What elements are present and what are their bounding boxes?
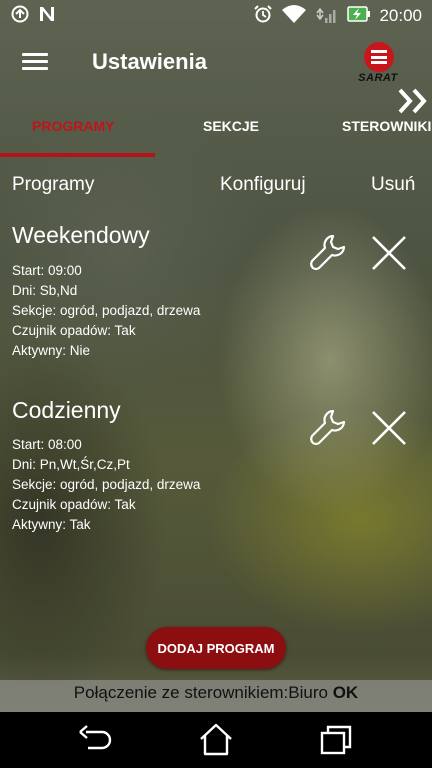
home-icon[interactable] bbox=[196, 722, 236, 758]
program-name: Codzienny bbox=[12, 397, 121, 423]
active-tab-indicator bbox=[0, 153, 155, 157]
program-rain-sensor: Czujnik opadów: Tak bbox=[12, 497, 136, 512]
page-title: Ustawienia bbox=[92, 49, 207, 74]
program-item: Codzienny Start: 08:00 Dni: Pn,Wt,Śr,Cz,… bbox=[12, 397, 420, 557]
sarat-logo-mark bbox=[364, 42, 394, 72]
wrench-icon[interactable] bbox=[308, 407, 348, 447]
connection-label: Połączenie ze sterownikiem:Biuro bbox=[73, 683, 328, 702]
recent-apps-icon[interactable] bbox=[316, 722, 356, 758]
program-sections: Sekcje: ogród, podjazd, drzewa bbox=[12, 303, 201, 318]
battery-charging-icon bbox=[347, 4, 371, 28]
program-rain-sensor: Czujnik opadów: Tak bbox=[12, 323, 136, 338]
program-days: Dni: Sb,Nd bbox=[12, 283, 78, 298]
logo-text: SARAT bbox=[358, 72, 398, 84]
connection-text: Połączenie ze sterownikiem:Biuro OK bbox=[0, 683, 432, 703]
toolbar: Ustawienia SARAT bbox=[0, 30, 432, 96]
program-name: Weekendowy bbox=[12, 222, 150, 248]
alarm-icon bbox=[253, 4, 273, 28]
sync-icon bbox=[10, 4, 30, 28]
tab-programy[interactable]: PROGRAMY bbox=[32, 118, 114, 134]
program-days: Dni: Pn,Wt,Śr,Cz,Pt bbox=[12, 457, 130, 472]
program-active: Aktywny: Nie bbox=[12, 343, 91, 358]
tab-sekcje[interactable]: SEKCJE bbox=[203, 118, 259, 134]
header-delete: Usuń bbox=[371, 174, 416, 195]
navigation-bar bbox=[0, 712, 432, 768]
add-program-button[interactable]: DODAJ PROGRAM bbox=[146, 627, 286, 669]
header-configure: Konfiguruj bbox=[220, 174, 306, 195]
connection-status: OK bbox=[332, 683, 359, 702]
tab-bar: PROGRAMY SEKCJE STEROWNIKI bbox=[0, 88, 432, 158]
program-sections: Sekcje: ogród, podjazd, drzewa bbox=[12, 477, 201, 492]
notification-n-icon bbox=[38, 5, 56, 27]
header-programs: Programy bbox=[12, 174, 95, 195]
clock: 20:00 bbox=[379, 6, 422, 25]
hamburger-menu-icon[interactable] bbox=[18, 50, 52, 76]
program-active: Aktywny: Tak bbox=[12, 517, 91, 532]
tab-sterowniki[interactable]: STEROWNIKI bbox=[342, 118, 431, 134]
back-icon[interactable] bbox=[76, 722, 116, 758]
program-start: Start: 09:00 bbox=[12, 263, 82, 278]
connection-status-bar: Połączenie ze sterownikiem:Biuro OK bbox=[0, 680, 432, 712]
column-headers: Programy Konfiguruj Usuń bbox=[0, 174, 432, 204]
close-icon[interactable] bbox=[370, 234, 408, 272]
wrench-icon[interactable] bbox=[308, 232, 348, 272]
sarat-logo: SARAT bbox=[352, 42, 404, 88]
wifi-icon bbox=[281, 4, 307, 28]
chevron-double-right-icon[interactable] bbox=[396, 86, 432, 116]
program-start: Start: 08:00 bbox=[12, 437, 82, 452]
program-item: Weekendowy Start: 09:00 Dni: Sb,Nd Sekcj… bbox=[12, 222, 420, 382]
signal-icon bbox=[315, 4, 339, 28]
status-bar: 20:00 bbox=[0, 0, 432, 30]
close-icon[interactable] bbox=[370, 409, 408, 447]
